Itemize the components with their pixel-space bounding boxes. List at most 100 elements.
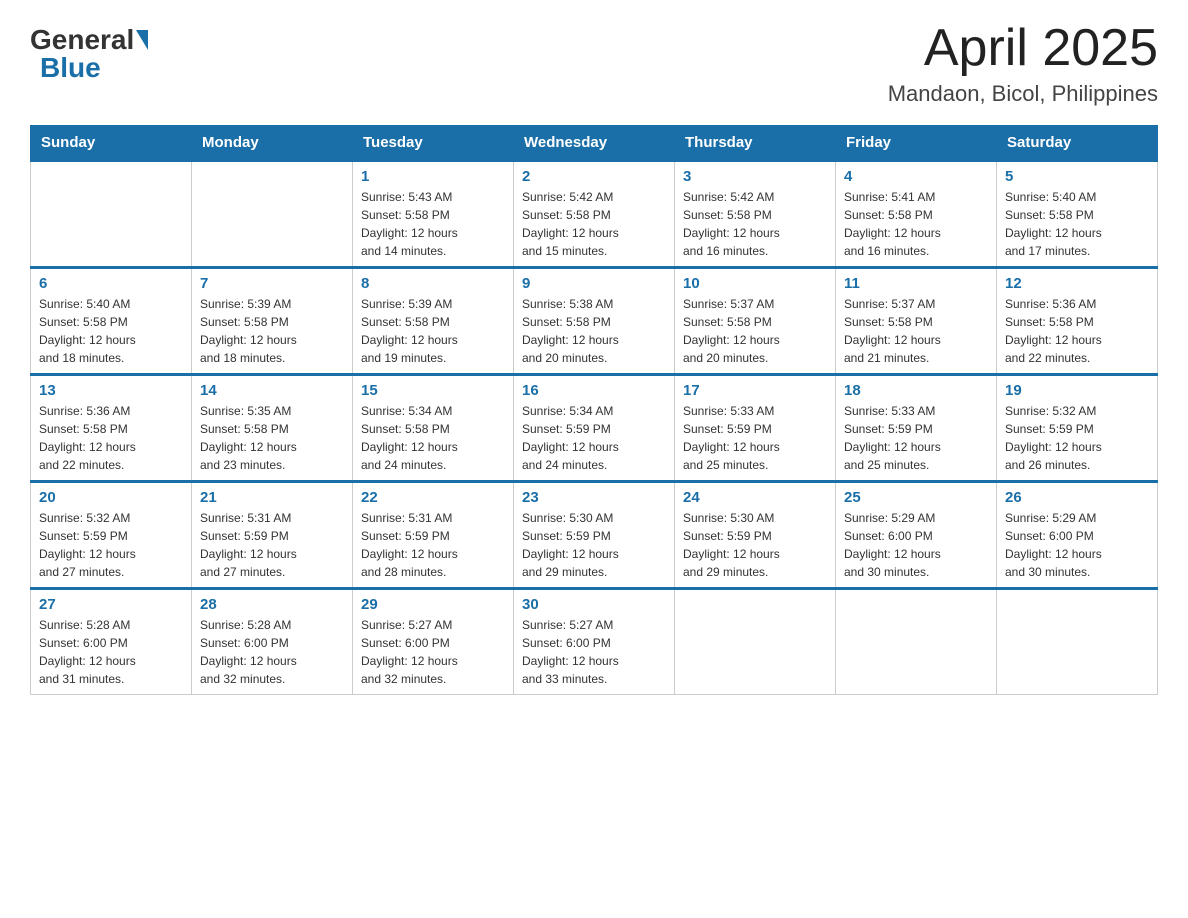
day-number: 11 bbox=[844, 275, 988, 292]
day-number: 25 bbox=[844, 489, 988, 506]
calendar-row: 27Sunrise: 5:28 AM Sunset: 6:00 PM Dayli… bbox=[31, 589, 1158, 695]
day-info: Sunrise: 5:34 AM Sunset: 5:59 PM Dayligh… bbox=[522, 402, 666, 474]
calendar-cell bbox=[836, 589, 997, 695]
calendar-header-cell: Wednesday bbox=[514, 126, 675, 161]
calendar-cell: 7 Sunrise: 5:39 AM Sunset: 5:58 PM Daylig… bbox=[192, 268, 353, 375]
day-info: Sunrise: 5:32 AM Sunset: 5:59 PM Dayligh… bbox=[39, 509, 183, 581]
day-info: Sunrise: 5:38 AM Sunset: 5:58 PM Dayligh… bbox=[522, 295, 666, 367]
day-number: 2 bbox=[522, 168, 666, 185]
day-info: Sunrise: 5:34 AM Sunset: 5:58 PM Dayligh… bbox=[361, 402, 505, 474]
day-info: Sunrise: 5:29 AM Sunset: 6:00 PM Dayligh… bbox=[844, 509, 988, 581]
day-number: 26 bbox=[1005, 489, 1149, 506]
day-number: 17 bbox=[683, 382, 827, 399]
day-info: Sunrise: 5:41 AM Sunset: 5:58 PM Dayligh… bbox=[844, 188, 988, 260]
day-number: 13 bbox=[39, 382, 183, 399]
day-info: Sunrise: 5:36 AM Sunset: 5:58 PM Dayligh… bbox=[39, 402, 183, 474]
day-info: Sunrise: 5:33 AM Sunset: 5:59 PM Dayligh… bbox=[844, 402, 988, 474]
day-info: Sunrise: 5:32 AM Sunset: 5:59 PM Dayligh… bbox=[1005, 402, 1149, 474]
day-info: Sunrise: 5:31 AM Sunset: 5:59 PM Dayligh… bbox=[200, 509, 344, 581]
calendar-subtitle: Mandaon, Bicol, Philippines bbox=[888, 81, 1158, 107]
calendar-cell: 9 Sunrise: 5:38 AM Sunset: 5:58 PM Daylig… bbox=[514, 268, 675, 375]
day-info: Sunrise: 5:27 AM Sunset: 6:00 PM Dayligh… bbox=[361, 616, 505, 688]
calendar-cell: 26Sunrise: 5:29 AM Sunset: 6:00 PM Dayli… bbox=[997, 482, 1158, 589]
calendar-cell: 11 Sunrise: 5:37 AM Sunset: 5:58 PM Dayli… bbox=[836, 268, 997, 375]
calendar-body: 1 Sunrise: 5:43 AM Sunset: 5:58 PM Daylig… bbox=[31, 161, 1158, 695]
day-number: 23 bbox=[522, 489, 666, 506]
day-info: Sunrise: 5:33 AM Sunset: 5:59 PM Dayligh… bbox=[683, 402, 827, 474]
day-info: Sunrise: 5:42 AM Sunset: 5:58 PM Dayligh… bbox=[522, 188, 666, 260]
day-number: 15 bbox=[361, 382, 505, 399]
calendar-cell bbox=[675, 589, 836, 695]
calendar-title: April 2025 bbox=[888, 20, 1158, 77]
calendar-cell: 15 Sunrise: 5:34 AM Sunset: 5:58 PM Dayli… bbox=[353, 375, 514, 482]
calendar-cell: 14Sunrise: 5:35 AM Sunset: 5:58 PM Dayli… bbox=[192, 375, 353, 482]
calendar-cell: 4 Sunrise: 5:41 AM Sunset: 5:58 PM Daylig… bbox=[836, 161, 997, 268]
calendar-cell: 16 Sunrise: 5:34 AM Sunset: 5:59 PM Dayli… bbox=[514, 375, 675, 482]
calendar-row: 6 Sunrise: 5:40 AM Sunset: 5:58 PM Daylig… bbox=[31, 268, 1158, 375]
calendar-header-cell: Monday bbox=[192, 126, 353, 161]
calendar-cell: 20 Sunrise: 5:32 AM Sunset: 5:59 PM Dayli… bbox=[31, 482, 192, 589]
day-number: 6 bbox=[39, 275, 183, 292]
calendar-cell: 19 Sunrise: 5:32 AM Sunset: 5:59 PM Dayli… bbox=[997, 375, 1158, 482]
logo-general-text: General bbox=[30, 26, 148, 54]
calendar-cell: 21 Sunrise: 5:31 AM Sunset: 5:59 PM Dayli… bbox=[192, 482, 353, 589]
day-info: Sunrise: 5:30 AM Sunset: 5:59 PM Dayligh… bbox=[683, 509, 827, 581]
day-number: 14 bbox=[200, 382, 344, 399]
day-number: 7 bbox=[200, 275, 344, 292]
day-info: Sunrise: 5:39 AM Sunset: 5:58 PM Dayligh… bbox=[200, 295, 344, 367]
logo-general-word: General bbox=[30, 26, 134, 54]
calendar-cell: 29 Sunrise: 5:27 AM Sunset: 6:00 PM Dayli… bbox=[353, 589, 514, 695]
calendar-header-cell: Tuesday bbox=[353, 126, 514, 161]
calendar-header-cell: Friday bbox=[836, 126, 997, 161]
calendar-cell: 22 Sunrise: 5:31 AM Sunset: 5:59 PM Dayli… bbox=[353, 482, 514, 589]
day-number: 1 bbox=[361, 168, 505, 185]
day-info: Sunrise: 5:36 AM Sunset: 5:58 PM Dayligh… bbox=[1005, 295, 1149, 367]
calendar-cell: 3 Sunrise: 5:42 AM Sunset: 5:58 PM Daylig… bbox=[675, 161, 836, 268]
day-number: 16 bbox=[522, 382, 666, 399]
day-number: 21 bbox=[200, 489, 344, 506]
day-number: 20 bbox=[39, 489, 183, 506]
logo: General Blue bbox=[30, 26, 148, 82]
calendar-cell: 8Sunrise: 5:39 AM Sunset: 5:58 PM Daylig… bbox=[353, 268, 514, 375]
day-number: 12 bbox=[1005, 275, 1149, 292]
logo-blue-word: Blue bbox=[30, 54, 101, 82]
day-info: Sunrise: 5:28 AM Sunset: 6:00 PM Dayligh… bbox=[39, 616, 183, 688]
calendar-row: 1 Sunrise: 5:43 AM Sunset: 5:58 PM Daylig… bbox=[31, 161, 1158, 268]
calendar-header-cell: Thursday bbox=[675, 126, 836, 161]
calendar-cell: 23 Sunrise: 5:30 AM Sunset: 5:59 PM Dayli… bbox=[514, 482, 675, 589]
day-number: 3 bbox=[683, 168, 827, 185]
calendar-cell: 17 Sunrise: 5:33 AM Sunset: 5:59 PM Dayli… bbox=[675, 375, 836, 482]
calendar-header-cell: Sunday bbox=[31, 126, 192, 161]
day-number: 8 bbox=[361, 275, 505, 292]
day-info: Sunrise: 5:42 AM Sunset: 5:58 PM Dayligh… bbox=[683, 188, 827, 260]
day-number: 22 bbox=[361, 489, 505, 506]
calendar-cell: 30Sunrise: 5:27 AM Sunset: 6:00 PM Dayli… bbox=[514, 589, 675, 695]
calendar-row: 20 Sunrise: 5:32 AM Sunset: 5:59 PM Dayli… bbox=[31, 482, 1158, 589]
calendar-cell: 2 Sunrise: 5:42 AM Sunset: 5:58 PM Daylig… bbox=[514, 161, 675, 268]
calendar-cell: 5Sunrise: 5:40 AM Sunset: 5:58 PM Daylig… bbox=[997, 161, 1158, 268]
day-info: Sunrise: 5:43 AM Sunset: 5:58 PM Dayligh… bbox=[361, 188, 505, 260]
day-info: Sunrise: 5:30 AM Sunset: 5:59 PM Dayligh… bbox=[522, 509, 666, 581]
logo-triangle-icon bbox=[136, 30, 148, 50]
day-number: 19 bbox=[1005, 382, 1149, 399]
calendar-cell: 6 Sunrise: 5:40 AM Sunset: 5:58 PM Daylig… bbox=[31, 268, 192, 375]
calendar-header-cell: Saturday bbox=[997, 126, 1158, 161]
calendar-cell: 27Sunrise: 5:28 AM Sunset: 6:00 PM Dayli… bbox=[31, 589, 192, 695]
day-info: Sunrise: 5:37 AM Sunset: 5:58 PM Dayligh… bbox=[844, 295, 988, 367]
calendar-cell bbox=[997, 589, 1158, 695]
day-number: 30 bbox=[522, 596, 666, 613]
calendar-cell: 1 Sunrise: 5:43 AM Sunset: 5:58 PM Daylig… bbox=[353, 161, 514, 268]
calendar-row: 13 Sunrise: 5:36 AM Sunset: 5:58 PM Dayli… bbox=[31, 375, 1158, 482]
calendar-cell: 12 Sunrise: 5:36 AM Sunset: 5:58 PM Dayli… bbox=[997, 268, 1158, 375]
calendar-cell: 13 Sunrise: 5:36 AM Sunset: 5:58 PM Dayli… bbox=[31, 375, 192, 482]
calendar-cell: 18Sunrise: 5:33 AM Sunset: 5:59 PM Dayli… bbox=[836, 375, 997, 482]
calendar-cell bbox=[31, 161, 192, 268]
day-info: Sunrise: 5:40 AM Sunset: 5:58 PM Dayligh… bbox=[39, 295, 183, 367]
calendar-table: SundayMondayTuesdayWednesdayThursdayFrid… bbox=[30, 125, 1158, 695]
day-number: 9 bbox=[522, 275, 666, 292]
day-number: 29 bbox=[361, 596, 505, 613]
day-number: 28 bbox=[200, 596, 344, 613]
day-info: Sunrise: 5:31 AM Sunset: 5:59 PM Dayligh… bbox=[361, 509, 505, 581]
day-number: 4 bbox=[844, 168, 988, 185]
day-info: Sunrise: 5:28 AM Sunset: 6:00 PM Dayligh… bbox=[200, 616, 344, 688]
